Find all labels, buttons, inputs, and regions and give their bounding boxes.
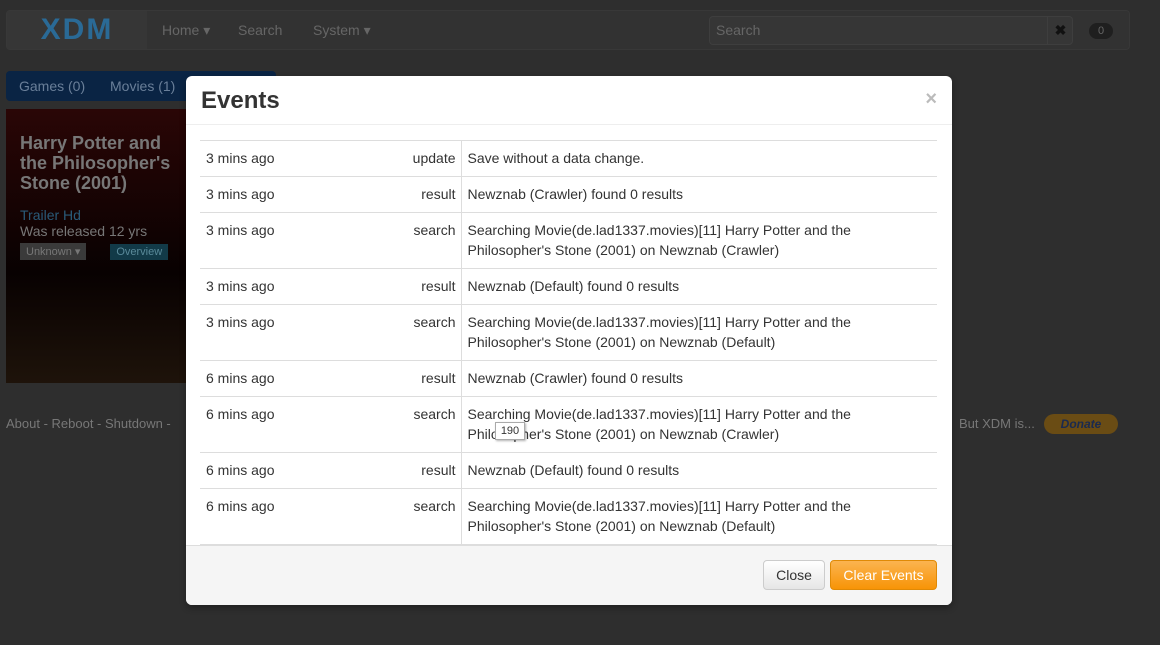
table-row: 3 mins ago update Save without a data chan…: [200, 140, 937, 177]
event-message: Searching Movie(de.lad1337.movies)[11] H…: [461, 488, 937, 545]
event-time: 6 mins ago: [200, 360, 405, 397]
xdm-logo[interactable]: XDM: [7, 11, 147, 49]
event-message: Newznab (Default) found 0 results: [461, 452, 937, 489]
nav-system[interactable]: System ▾: [313, 22, 371, 39]
events-table: 3 mins ago update Save without a data chan…: [200, 140, 937, 580]
event-message: Searching Movie(de.lad1337.movies)[11] H…: [461, 212, 937, 269]
event-time: 6 mins ago: [200, 488, 405, 545]
table-row: 3 mins ago search Searching Movie(de.lad13…: [200, 212, 937, 269]
table-row: 3 mins ago search Searching Movie(de.lad13…: [200, 304, 937, 361]
events-modal: Events × 3 mins ago update Save without a …: [186, 76, 952, 605]
release-info: Was released 12 yrs: [20, 223, 148, 239]
nav-home[interactable]: Home ▾: [162, 22, 210, 39]
event-message: Searching Movie(de.lad1337.movies)[11] H…: [461, 304, 937, 361]
event-time: 3 mins ago: [200, 304, 405, 361]
event-time: 3 mins ago: [200, 140, 405, 177]
event-time: 3 mins ago: [200, 176, 405, 213]
event-type: result: [405, 268, 462, 305]
movie-card: Harry Potter and the Philosopher's Stone…: [6, 109, 186, 383]
event-message: Searching Movie(de.lad1337.movies)[11] H…: [461, 396, 937, 453]
table-row: 3 mins ago result Newznab (Default) found …: [200, 268, 937, 305]
event-type: search: [405, 488, 462, 545]
tooltip: 190: [495, 422, 525, 440]
event-time: 6 mins ago: [200, 452, 405, 489]
overview-button[interactable]: Overview: [110, 244, 169, 260]
table-row: 6 mins ago search Searching Movie(de.lad13…: [200, 488, 937, 545]
table-row: 6 mins ago search Searching Movie(de.lad13…: [200, 396, 937, 453]
search-input[interactable]: Search: [709, 16, 1073, 45]
event-type: search: [405, 396, 462, 453]
donate-button[interactable]: Donate: [1044, 414, 1118, 434]
event-time: 6 mins ago: [200, 396, 405, 453]
footer-links[interactable]: About - Reboot - Shutdown -: [6, 416, 171, 431]
modal-title: Events: [201, 87, 280, 114]
table-row: 6 mins ago result Newznab (Crawler) found …: [200, 360, 937, 397]
event-message: Newznab (Crawler) found 0 results: [461, 360, 937, 397]
event-type: search: [405, 212, 462, 269]
movie-title: Harry Potter and the Philosopher's Stone…: [20, 133, 171, 193]
nav-search[interactable]: Search: [238, 22, 282, 38]
navbar: XDM Home ▾ Search System ▾ Search ✖ 0: [6, 10, 1130, 50]
event-type: update: [405, 140, 462, 177]
footer-donate-text: But XDM is...: [959, 416, 1035, 431]
trailer-link[interactable]: Trailer Hd: [20, 207, 172, 223]
tab-games[interactable]: Games (0): [19, 78, 85, 94]
table-row: 6 mins ago result Newznab (Default) found …: [200, 452, 937, 489]
event-time: 3 mins ago: [200, 268, 405, 305]
event-time: 3 mins ago: [200, 212, 405, 269]
clear-search-button[interactable]: ✖: [1047, 16, 1073, 45]
close-button[interactable]: Close: [763, 560, 825, 590]
count-badge[interactable]: 0: [1089, 23, 1113, 39]
event-message: Newznab (Crawler) found 0 results: [461, 176, 937, 213]
event-message: Newznab (Default) found 0 results: [461, 268, 937, 305]
status-dropdown[interactable]: Unknown ▾: [20, 243, 87, 260]
event-type: search: [405, 304, 462, 361]
table-row: 3 mins ago result Newznab (Crawler) found …: [200, 176, 937, 213]
event-type: result: [405, 360, 462, 397]
event-type: result: [405, 452, 462, 489]
clear-events-button[interactable]: Clear Events: [830, 560, 937, 590]
event-message: Save without a data change.: [461, 140, 937, 177]
tab-movies[interactable]: Movies (1): [110, 78, 175, 94]
close-icon[interactable]: ×: [925, 88, 937, 111]
event-type: result: [405, 176, 462, 213]
